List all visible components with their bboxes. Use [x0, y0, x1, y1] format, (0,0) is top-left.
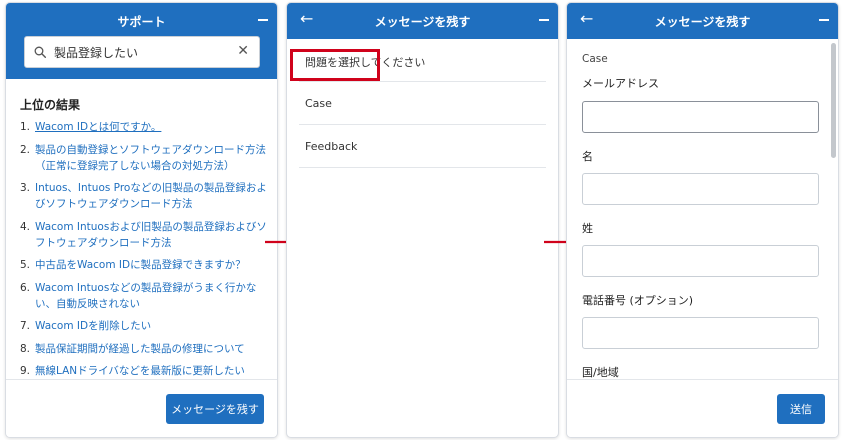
result-number: 7. [20, 320, 31, 332]
phone-label: 電話番号 (オプション) [582, 294, 694, 307]
result-item: 6. Wacom Intuosなどの製品登録がうまく行かない、自動反映されない [20, 280, 270, 312]
form-footer: 送信 [567, 379, 838, 437]
result-item: 1. Wacom IDとは何ですか。 [20, 119, 270, 135]
result-number: 8. [20, 342, 31, 355]
result-link[interactable]: Wacom Intuosおよび旧製品の製品登録およびソフトウェアダウンロード方法 [35, 219, 270, 251]
results-list: 1. Wacom IDとは何ですか。 2. 製品の自動登録とソフトウェアダウンロード… [20, 119, 270, 386]
topic-title: メッセージを残す [374, 15, 471, 29]
email-label: メールアドレス [582, 77, 659, 90]
result-item: 8. 製品保証期間が経過した製品の修理について [20, 341, 270, 357]
results-heading: 上位の結果 [20, 98, 81, 112]
send-button[interactable]: 送信 [777, 394, 825, 424]
result-link[interactable]: 製品保証期間が経過した製品の修理について [35, 341, 245, 357]
minimize-icon[interactable] [539, 19, 549, 21]
last-name-label: 姓 [582, 222, 593, 235]
search-input[interactable] [54, 45, 229, 59]
support-header: サポート ✕ [6, 3, 277, 79]
email-field[interactable] [582, 101, 819, 133]
result-item: 3. Intuos、Intuos Proなどの旧製品の製品登録およびソフトウェアダ… [20, 180, 270, 212]
result-link[interactable]: 中古品をWacom IDに製品登録できますか？ [35, 257, 246, 273]
first-name-label: 名 [582, 150, 593, 163]
result-number: 4. [20, 220, 31, 233]
result-link[interactable]: Wacom IDとは何ですか。 [35, 119, 161, 135]
result-number: 6. [20, 281, 31, 294]
result-item: 2. 製品の自動登録とソフトウェアダウンロード方法（正常に登録完了しない場合の対処… [20, 142, 270, 174]
scrollbar[interactable] [831, 43, 836, 158]
topic-header: ← メッセージを残す [287, 3, 558, 39]
leave-message-button[interactable]: メッセージを残す [166, 394, 264, 424]
result-link[interactable]: Intuos、Intuos Proなどの旧製品の製品登録およびソフトウェアダウン… [35, 180, 270, 212]
result-item: 4. Wacom Intuosおよび旧製品の製品登録およびソフトウェアダウンロード… [20, 219, 270, 251]
first-name-field[interactable] [582, 173, 819, 205]
minimize-icon[interactable] [258, 19, 268, 21]
topic-panel: ← メッセージを残す 問題を選択してください Case Feedback [286, 2, 559, 438]
result-number: 3. [20, 182, 31, 194]
support-title: サポート [117, 15, 166, 29]
result-link[interactable]: Wacom Intuosなどの製品登録がうまく行かない、自動反映されない [35, 280, 270, 312]
form-header: ← メッセージを残す [567, 3, 838, 39]
result-item: 7. Wacom IDを削除したい [20, 318, 270, 334]
country-label: 国/地域 [582, 366, 619, 379]
support-footer: メッセージを残す [6, 379, 277, 437]
result-number: 2. [20, 143, 31, 156]
phone-field[interactable] [582, 317, 819, 349]
result-link[interactable]: 無線LANドライバなどを最新版に更新したい [35, 363, 245, 379]
support-panel: サポート ✕ 上位の結果 1. Wacom IDとは何ですか。 2. 製品の自動登録… [5, 2, 278, 438]
case-label: Case [582, 53, 608, 65]
topic-label: Feedback [305, 140, 358, 153]
topic-feedback[interactable]: Feedback [299, 125, 546, 168]
form-title: メッセージを残す [654, 15, 751, 29]
highlight-box [290, 49, 380, 81]
topic-case[interactable]: Case [299, 82, 546, 125]
result-number: 9. [20, 365, 31, 377]
search-icon [34, 46, 46, 58]
result-number: 5. [20, 259, 31, 271]
result-link[interactable]: Wacom IDを削除したい [35, 318, 151, 334]
result-item: 5. 中古品をWacom IDに製品登録できますか？ [20, 257, 270, 273]
search-box: ✕ [24, 36, 260, 68]
last-name-field[interactable] [582, 245, 819, 277]
message-form-panel: ← メッセージを残す Case メールアドレス 名 姓 電話番号 (オプション)… [566, 2, 839, 438]
result-item: 9. 無線LANドライバなどを最新版に更新したい [20, 363, 270, 379]
result-number: 1. [20, 121, 31, 133]
minimize-icon[interactable] [819, 19, 829, 21]
topic-label: Case [305, 97, 332, 110]
close-icon[interactable]: ✕ [237, 43, 249, 59]
result-link[interactable]: 製品の自動登録とソフトウェアダウンロード方法（正常に登録完了しない場合の対処方法… [35, 142, 270, 174]
